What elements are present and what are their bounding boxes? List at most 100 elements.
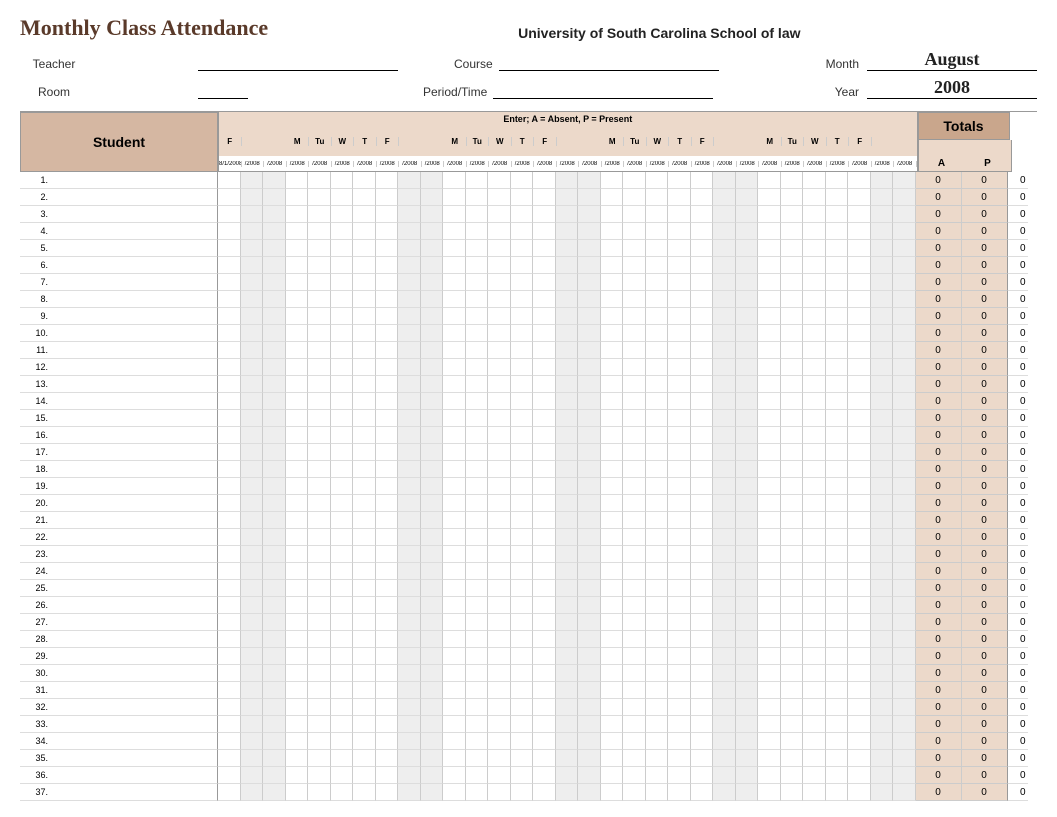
- attendance-cell[interactable]: [736, 410, 759, 427]
- attendance-cell[interactable]: [871, 784, 894, 801]
- attendance-cell[interactable]: [263, 512, 286, 529]
- attendance-cell[interactable]: [241, 359, 264, 376]
- attendance-cell[interactable]: [826, 750, 849, 767]
- attendance-cell[interactable]: [578, 733, 601, 750]
- attendance-cell[interactable]: [781, 410, 804, 427]
- period-input[interactable]: [493, 85, 713, 99]
- attendance-cell[interactable]: [286, 257, 309, 274]
- attendance-cell[interactable]: [421, 308, 444, 325]
- attendance-cell[interactable]: [736, 682, 759, 699]
- attendance-cell[interactable]: [601, 342, 624, 359]
- attendance-cell[interactable]: [601, 495, 624, 512]
- attendance-cell[interactable]: [623, 580, 646, 597]
- attendance-cell[interactable]: [668, 427, 691, 444]
- attendance-cell[interactable]: [871, 189, 894, 206]
- attendance-cell[interactable]: [308, 546, 331, 563]
- attendance-cell[interactable]: [556, 291, 579, 308]
- attendance-cell[interactable]: [646, 716, 669, 733]
- attendance-cell[interactable]: [646, 172, 669, 189]
- attendance-cell[interactable]: [218, 750, 241, 767]
- attendance-cell[interactable]: [713, 682, 736, 699]
- attendance-cell[interactable]: [713, 784, 736, 801]
- attendance-cell[interactable]: [376, 648, 399, 665]
- attendance-cell[interactable]: [736, 580, 759, 597]
- attendance-cell[interactable]: [848, 444, 871, 461]
- attendance-cell[interactable]: [623, 682, 646, 699]
- attendance-cell[interactable]: [466, 291, 489, 308]
- attendance-cell[interactable]: [691, 512, 714, 529]
- attendance-cell[interactable]: [398, 444, 421, 461]
- attendance-cell[interactable]: [488, 223, 511, 240]
- attendance-cell[interactable]: [556, 325, 579, 342]
- attendance-cell[interactable]: [398, 461, 421, 478]
- attendance-cell[interactable]: [623, 495, 646, 512]
- attendance-cell[interactable]: [331, 478, 354, 495]
- attendance-cell[interactable]: [488, 784, 511, 801]
- attendance-cell[interactable]: [691, 172, 714, 189]
- attendance-cell[interactable]: [691, 257, 714, 274]
- attendance-cell[interactable]: [466, 495, 489, 512]
- attendance-cell[interactable]: [736, 546, 759, 563]
- attendance-cell[interactable]: [713, 410, 736, 427]
- attendance-cell[interactable]: [713, 597, 736, 614]
- attendance-cell[interactable]: [331, 189, 354, 206]
- attendance-cell[interactable]: [601, 478, 624, 495]
- attendance-cell[interactable]: [803, 665, 826, 682]
- attendance-cell[interactable]: [286, 410, 309, 427]
- attendance-cell[interactable]: [826, 614, 849, 631]
- attendance-cell[interactable]: [421, 699, 444, 716]
- attendance-cell[interactable]: [331, 495, 354, 512]
- attendance-cell[interactable]: [466, 257, 489, 274]
- attendance-cell[interactable]: [826, 631, 849, 648]
- attendance-cell[interactable]: [646, 461, 669, 478]
- attendance-cell[interactable]: [601, 461, 624, 478]
- attendance-cell[interactable]: [556, 495, 579, 512]
- attendance-cell[interactable]: [263, 308, 286, 325]
- attendance-cell[interactable]: [713, 478, 736, 495]
- attendance-cell[interactable]: [623, 478, 646, 495]
- attendance-cell[interactable]: [443, 240, 466, 257]
- attendance-cell[interactable]: [848, 240, 871, 257]
- attendance-cell[interactable]: [646, 733, 669, 750]
- attendance-cell[interactable]: [871, 478, 894, 495]
- attendance-cell[interactable]: [736, 172, 759, 189]
- attendance-cell[interactable]: [646, 665, 669, 682]
- attendance-cell[interactable]: [241, 699, 264, 716]
- attendance-cell[interactable]: [488, 308, 511, 325]
- attendance-cell[interactable]: [286, 461, 309, 478]
- attendance-cell[interactable]: [241, 631, 264, 648]
- attendance-cell[interactable]: [691, 308, 714, 325]
- attendance-cell[interactable]: [398, 206, 421, 223]
- attendance-cell[interactable]: [466, 393, 489, 410]
- attendance-cell[interactable]: [466, 240, 489, 257]
- attendance-cell[interactable]: [668, 189, 691, 206]
- attendance-cell[interactable]: [646, 257, 669, 274]
- attendance-cell[interactable]: [241, 478, 264, 495]
- student-name-cell[interactable]: [52, 682, 218, 699]
- attendance-cell[interactable]: [308, 172, 331, 189]
- attendance-cell[interactable]: [668, 223, 691, 240]
- attendance-cell[interactable]: [668, 257, 691, 274]
- attendance-cell[interactable]: [353, 614, 376, 631]
- student-name-cell[interactable]: [52, 393, 218, 410]
- attendance-cell[interactable]: [443, 563, 466, 580]
- attendance-cell[interactable]: [556, 631, 579, 648]
- attendance-cell[interactable]: [376, 325, 399, 342]
- attendance-cell[interactable]: [263, 546, 286, 563]
- attendance-cell[interactable]: [601, 393, 624, 410]
- attendance-cell[interactable]: [556, 580, 579, 597]
- attendance-cell[interactable]: [376, 342, 399, 359]
- attendance-cell[interactable]: [421, 342, 444, 359]
- attendance-cell[interactable]: [848, 427, 871, 444]
- attendance-cell[interactable]: [331, 410, 354, 427]
- attendance-cell[interactable]: [713, 767, 736, 784]
- attendance-cell[interactable]: [286, 342, 309, 359]
- attendance-cell[interactable]: [308, 716, 331, 733]
- attendance-cell[interactable]: [286, 682, 309, 699]
- attendance-cell[interactable]: [871, 665, 894, 682]
- attendance-cell[interactable]: [668, 631, 691, 648]
- student-name-cell[interactable]: [52, 512, 218, 529]
- attendance-cell[interactable]: [241, 682, 264, 699]
- attendance-cell[interactable]: [241, 189, 264, 206]
- attendance-cell[interactable]: [218, 597, 241, 614]
